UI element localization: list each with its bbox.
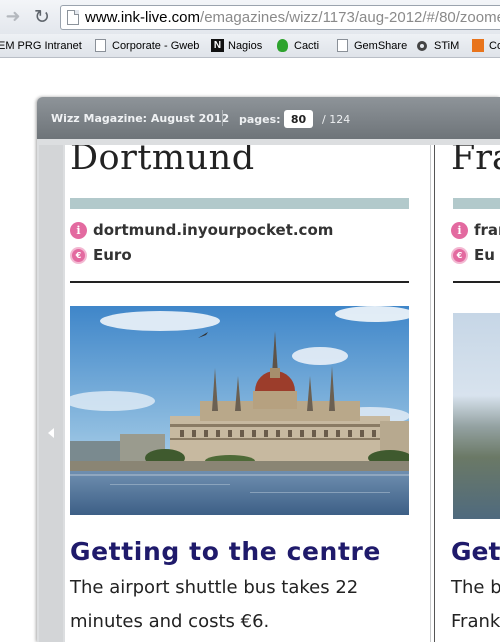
info-icon: i bbox=[451, 222, 468, 239]
pages-label: pages: bbox=[239, 113, 281, 126]
bookmark-label: EM PRG Intranet bbox=[0, 40, 82, 52]
body-text-line: Frank bbox=[451, 611, 500, 632]
url-path: /emagazines/wizz/1173/aug-2012/#/80/zoom… bbox=[200, 9, 500, 26]
chevron-left-icon bbox=[48, 428, 54, 438]
bookmark-label: Corporate - Gweb bbox=[112, 40, 200, 52]
nagios-icon: N bbox=[211, 39, 224, 52]
teal-divider bbox=[70, 198, 409, 209]
body-text-line: minutes and costs €6. bbox=[70, 611, 270, 632]
address-bar[interactable]: www.ink-live.com/emagazines/wizz/1173/au… bbox=[60, 5, 500, 30]
bookmark-label: Cacti bbox=[294, 40, 320, 52]
magazine-title: Wizz Magazine: August 2012 bbox=[51, 112, 230, 125]
teal-divider bbox=[453, 198, 500, 209]
page-icon bbox=[337, 39, 348, 52]
viewer-header: Wizz Magazine: August 2012 pages: / 124 bbox=[37, 97, 500, 139]
header-divider bbox=[222, 110, 223, 126]
bookmarks-bar: EM PRG Intranet Corporate - Gweb N Nagio… bbox=[0, 34, 500, 58]
browser-toolbar: ➜ ↻ www.ink-live.com/emagazines/wizz/117… bbox=[0, 0, 500, 34]
reload-icon[interactable]: ↻ bbox=[31, 6, 53, 28]
website-text: fran bbox=[474, 221, 500, 239]
currency-text: Euro bbox=[93, 246, 132, 264]
section-heading: Getting to the centre bbox=[70, 537, 381, 566]
magazine-page-left[interactable]: Dortmund i dortmund.inyourpocket.com € E… bbox=[65, 145, 430, 642]
black-divider bbox=[453, 281, 500, 283]
parliament-photo-image bbox=[70, 306, 409, 515]
bookmark-label: Co bbox=[489, 40, 500, 52]
total-pages: / 124 bbox=[322, 113, 351, 126]
city-title: Fra bbox=[451, 145, 500, 178]
stim-icon bbox=[417, 41, 427, 51]
bookmark-label: GemShare bbox=[354, 40, 408, 52]
currency-text: Eu bbox=[474, 246, 495, 264]
page-number-input[interactable] bbox=[284, 110, 313, 128]
section-heading: Get bbox=[451, 537, 500, 566]
website-text: dortmund.inyourpocket.com bbox=[93, 221, 334, 239]
magazine-page-right[interactable]: Fra i fran € Eu Get The b Frank bbox=[434, 145, 500, 642]
url-host: www.ink-live.com bbox=[85, 9, 201, 26]
forward-arrow-icon[interactable]: ➜ bbox=[2, 6, 24, 28]
body-text-line: The airport shuttle bus takes 22 bbox=[70, 577, 359, 598]
body-text-line: The b bbox=[451, 577, 500, 598]
currency-icon: € bbox=[70, 247, 87, 264]
url-text[interactable]: www.ink-live.com/emagazines/wizz/1173/au… bbox=[85, 9, 500, 26]
city-title: Dortmund bbox=[70, 145, 255, 178]
info-icon: i bbox=[70, 222, 87, 239]
magazine-viewer: Wizz Magazine: August 2012 pages: / 124 … bbox=[37, 97, 500, 642]
page-icon bbox=[67, 10, 79, 25]
currency-icon: € bbox=[451, 247, 468, 264]
bookmark-label: Nagios bbox=[228, 40, 263, 52]
page-icon bbox=[95, 39, 106, 52]
previous-page-button[interactable] bbox=[39, 145, 63, 642]
orange-icon bbox=[472, 39, 484, 52]
cacti-icon bbox=[277, 39, 288, 52]
black-divider bbox=[70, 281, 409, 283]
city-photo bbox=[453, 313, 500, 519]
parliament-photo bbox=[70, 306, 409, 515]
bookmark-label: STiM bbox=[434, 40, 460, 52]
